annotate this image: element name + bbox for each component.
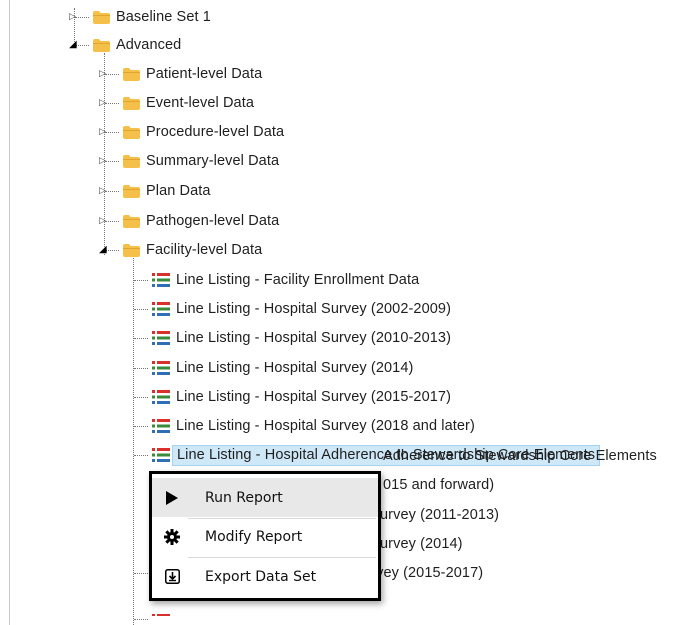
tree-node-event-level-data[interactable]: ▷ Event-level Data xyxy=(99,92,254,114)
folder-icon xyxy=(93,10,110,24)
tree-node-report[interactable]: Adherence to Stewardship Core Elements xyxy=(383,445,657,467)
tree-node-baseline-set-1[interactable]: ▷ Baseline Set 1 xyxy=(69,6,211,28)
collapsed-toggle-icon[interactable]: ▷ xyxy=(99,156,106,165)
modify-report-menu-item[interactable]: Modify Report xyxy=(152,517,378,556)
tree-panel-border xyxy=(9,0,10,625)
tree-node-label: Line Listing - Facility Enrollment Data xyxy=(176,272,420,288)
tree-node-label: Line Listing - Hospital Survey (2014) xyxy=(176,360,414,376)
report-list-icon xyxy=(152,273,170,287)
folder-icon xyxy=(123,67,140,81)
export-icon xyxy=(152,569,192,584)
report-list-icon xyxy=(152,302,170,316)
report-list-icon xyxy=(152,390,170,404)
tree-node-report[interactable]: urvey (2014) xyxy=(380,533,463,555)
menu-item-label: Run Report xyxy=(205,489,283,506)
report-list-icon xyxy=(152,448,170,462)
folder-icon xyxy=(123,96,140,110)
menu-item-label: Export Data Set xyxy=(205,568,317,585)
export-data-set-menu-item[interactable]: Export Data Set xyxy=(152,557,378,596)
folder-icon xyxy=(123,154,140,168)
context-menu: Run Report Modify Report Export Data Set xyxy=(149,471,381,601)
tree-node-patient-level-data[interactable]: ▷ Patient-level Data xyxy=(99,63,263,85)
tree-node-label: Baseline Set 1 xyxy=(116,9,211,25)
tree-node-label: Procedure-level Data xyxy=(146,124,285,140)
folder-icon xyxy=(123,214,140,228)
tree-node-pathogen-level-data[interactable]: ▷ Pathogen-level Data xyxy=(99,210,280,232)
tree-node-label: 015 and forward) xyxy=(383,477,495,493)
tree-node-report[interactable]: urvey (2011-2013) xyxy=(380,504,499,526)
tree-node-report[interactable]: Line Listing - Hospital Survey (2015-201… xyxy=(134,386,451,408)
tree-node-report[interactable]: 015 and forward) xyxy=(383,474,494,496)
tree-node-label: Line Listing - Hospital Survey (2015-201… xyxy=(176,389,452,405)
tree-node-report[interactable]: Line Listing - Hospital Survey (2002-200… xyxy=(134,298,451,320)
tree-node-report[interactable]: Line Listing - Hospital Survey (2014) xyxy=(134,357,413,379)
gear-icon xyxy=(152,528,192,545)
collapsed-toggle-icon[interactable]: ▷ xyxy=(99,127,106,136)
collapsed-toggle-icon[interactable]: ▷ xyxy=(99,98,106,107)
collapsed-toggle-icon[interactable]: ▷ xyxy=(99,69,106,78)
folder-icon xyxy=(123,184,140,198)
tree-node-label: Event-level Data xyxy=(146,95,254,111)
tree-node-report-cutoff xyxy=(134,614,176,625)
tree-node-report[interactable]: Line Listing - Hospital Survey (2018 and… xyxy=(134,415,475,437)
tree-node-label: Plan Data xyxy=(146,183,211,199)
tree-node-label: Advanced xyxy=(116,37,182,53)
expanded-toggle-icon[interactable]: ◢ xyxy=(99,245,107,255)
tree-node-label: urvey (2014) xyxy=(380,536,463,552)
report-list-icon xyxy=(152,614,170,616)
expanded-toggle-icon[interactable]: ◢ xyxy=(69,40,77,50)
folder-icon xyxy=(93,38,110,52)
tree-node-label: Line Listing - Hospital Survey (2010-201… xyxy=(176,330,452,346)
play-icon xyxy=(152,490,192,505)
folder-icon xyxy=(123,125,140,139)
report-list-icon xyxy=(152,361,170,375)
tree-node-label: Facility-level Data xyxy=(146,242,263,258)
menu-item-label: Modify Report xyxy=(205,528,303,545)
collapsed-toggle-icon[interactable]: ▷ xyxy=(69,12,76,21)
tree-node-label: Pathogen-level Data xyxy=(146,213,280,229)
tree-node-report[interactable]: Line Listing - Facility Enrollment Data xyxy=(134,269,419,291)
tree-node-advanced[interactable]: ◢ Advanced xyxy=(69,34,182,56)
tree-node-label: Adherence to Stewardship Core Elements xyxy=(383,448,657,464)
tree-node-facility-level-data[interactable]: ◢ Facility-level Data xyxy=(99,239,263,261)
collapsed-toggle-icon[interactable]: ▷ xyxy=(99,216,106,225)
tree-node-label: Patient-level Data xyxy=(146,66,263,82)
tree-node-procedure-level-data[interactable]: ▷ Procedure-level Data xyxy=(99,121,285,143)
collapsed-toggle-icon[interactable]: ▷ xyxy=(99,186,106,195)
tree-node-label: Summary-level Data xyxy=(146,153,280,169)
folder-icon xyxy=(123,243,140,257)
tree-node-label: Line Listing - Hospital Survey (2018 and… xyxy=(176,418,475,434)
tree-node-summary-level-data[interactable]: ▷ Summary-level Data xyxy=(99,150,280,172)
run-report-menu-item[interactable]: Run Report xyxy=(152,478,378,517)
report-list-icon xyxy=(152,331,170,345)
tree-node-label: urvey (2011-2013) xyxy=(380,507,500,523)
tree-node-report[interactable]: Line Listing - Hospital Survey (2010-201… xyxy=(134,327,451,349)
tree-node-label: Line Listing - Hospital Survey (2002-200… xyxy=(176,301,452,317)
tree-node-plan-data[interactable]: ▷ Plan Data xyxy=(99,180,211,202)
report-list-icon xyxy=(152,419,170,433)
